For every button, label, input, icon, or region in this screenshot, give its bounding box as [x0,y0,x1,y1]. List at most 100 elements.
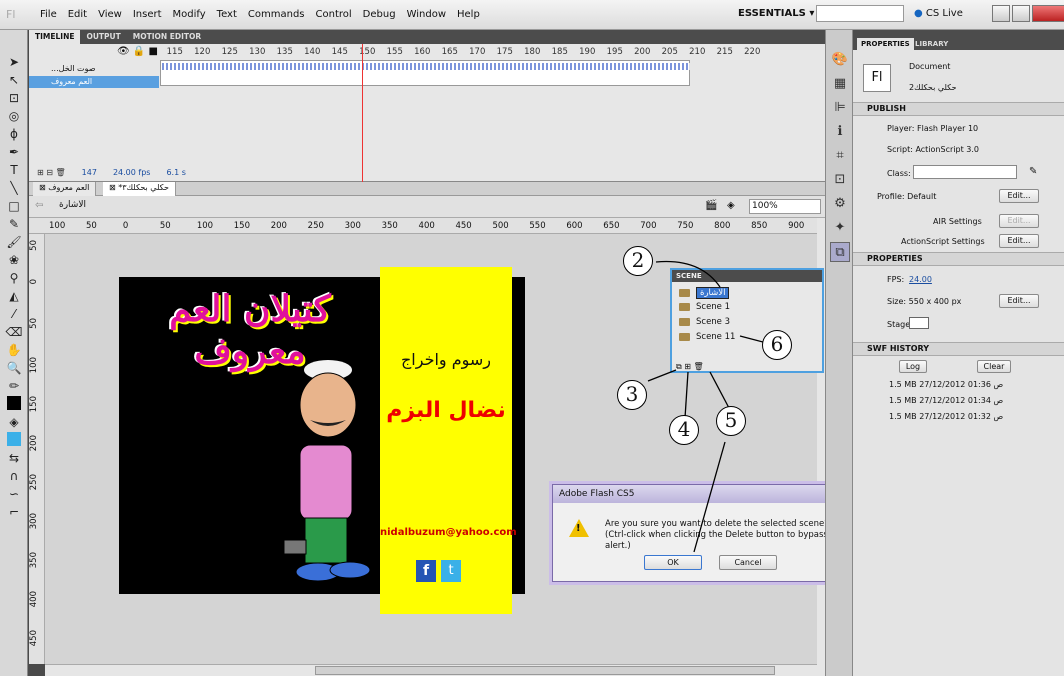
tab-output[interactable]: OUTPUT [80,30,126,44]
scene-row[interactable]: Scene 1 [676,300,816,314]
menu-control[interactable]: Control [316,9,352,20]
log-button[interactable]: Log [899,360,927,373]
scene-name: Scene 11 [696,332,736,342]
class-input[interactable] [913,165,1017,179]
scene-row-active[interactable]: الاشارة [676,286,816,300]
close-button[interactable] [1032,5,1064,22]
pencil-icon[interactable]: ✎ [4,216,24,232]
horizontal-scrollbar[interactable] [45,664,817,676]
color-panel-icon[interactable]: 🎨 [830,50,850,70]
swap-colors-icon[interactable]: ⇆ [4,450,24,466]
menu-edit[interactable]: Edit [68,9,87,20]
properties-section-header[interactable]: PROPERTIES [853,252,1064,266]
edit-symbols-icon[interactable]: ◈ [727,200,735,211]
add-scene-icon[interactable]: ⊞ [684,362,691,371]
pen-icon[interactable]: ✒ [4,144,24,160]
scene-row[interactable]: Scene 3 [676,315,816,329]
menu-view[interactable]: View [98,9,122,20]
text-tool-icon[interactable]: T [4,162,24,178]
eraser-icon[interactable]: ⌫ [4,324,24,340]
menu-commands[interactable]: Commands [248,9,305,20]
layer-character[interactable]: العم معروف [29,76,159,88]
lasso-icon[interactable]: ϕ [4,126,24,142]
frame-ruler[interactable]: 115 120 125 130 135 140 145 150 155 160 165 170 175 1… [161,44,821,60]
size-edit-button[interactable]: Edit... [999,294,1039,308]
fill-swatch[interactable] [4,432,24,448]
maximize-button[interactable] [1012,5,1030,22]
layer-sound[interactable]: صوت الخل... [29,63,159,75]
transform-panel-icon[interactable]: ⌗ [830,146,850,166]
tab-library[interactable]: LIBRARY [911,38,952,50]
motion-presets-icon[interactable]: ✦ [830,218,850,238]
tab-motion-editor[interactable]: MOTION EDITOR [127,30,207,44]
delete-scene-icon[interactable]: 🗑 [694,362,704,371]
subselection-tool-icon[interactable]: ↖ [4,72,24,88]
menu-modify[interactable]: Modify [173,9,206,20]
search-input[interactable] [816,5,904,22]
bone-icon[interactable]: ⚲ [4,270,24,286]
menu-debug[interactable]: Debug [363,9,396,20]
paint-bucket-icon[interactable]: ◭ [4,288,24,304]
layer-toggle-icons[interactable]: 👁 🔒 ■ [117,46,158,57]
stroke-swatch[interactable] [4,396,24,412]
pencil-icon[interactable]: ✎ [1029,166,1037,177]
menu-help[interactable]: Help [457,9,480,20]
straighten-icon[interactable]: ⌐ [4,504,24,520]
cancel-button[interactable]: Cancel [719,555,777,570]
zoom-select[interactable]: 100% [749,199,821,214]
properties-panel: PROPERTIES LIBRARY Fl Document حكلي بحكل… [853,30,1064,676]
tab-properties[interactable]: PROPERTIES [857,38,914,50]
edit-scene-icon[interactable]: 🎬 [705,200,717,211]
scene-row[interactable]: Scene 11 [676,330,816,344]
brush-icon[interactable]: 🖌 [4,234,24,250]
swf-history-header[interactable]: SWF HISTORY [853,342,1064,356]
layer-name: العم معروف [51,77,93,86]
doc-tab-character[interactable]: العم معروف ⊠ [33,182,97,196]
selection-tool-icon[interactable]: ➤ [4,54,24,70]
workspace-switcher[interactable]: ESSENTIALS ▾ [738,8,814,19]
menu-text[interactable]: Text [217,9,237,20]
swatches-panel-icon[interactable]: ▦ [830,74,850,94]
air-edit-button[interactable]: Edit... [999,214,1039,228]
free-transform-icon[interactable]: ⊡ [4,90,24,106]
back-arrow-icon[interactable]: ⇦ [35,200,43,211]
menu-file[interactable]: File [40,9,57,20]
cs-live-button[interactable]: ● CS Live [914,8,963,19]
eyedropper-icon[interactable]: ⁄ [4,306,24,322]
deco-icon[interactable]: ❀ [4,252,24,268]
ok-button[interactable]: OK [644,555,702,570]
scene-panel-header[interactable]: SCENE [672,270,822,282]
clear-button[interactable]: Clear [977,360,1011,373]
as-edit-button[interactable]: Edit... [999,234,1039,248]
publish-section-header[interactable]: PUBLISH [853,102,1064,116]
playhead[interactable] [362,44,363,184]
rectangle-tool-icon[interactable]: □ [4,198,24,214]
scroll-thumb[interactable] [315,666,775,675]
title-artwork[interactable]: كتيلان العم معروف [120,288,380,372]
fps-value[interactable]: 24.00 [909,275,932,284]
info-panel-icon[interactable]: ℹ [830,122,850,142]
profile-edit-button[interactable]: Edit... [999,189,1039,203]
line-tool-icon[interactable]: ╲ [4,180,24,196]
components-icon[interactable]: ⚙ [830,194,850,214]
character-illustration[interactable] [280,350,380,590]
doc-tab-main[interactable]: حكلي بحكلك٣* ⊠ [103,182,176,196]
hand-icon[interactable]: ✋ [4,342,24,358]
snap-icon[interactable]: ∩ [4,468,24,484]
scene-panel-icon[interactable]: ⧉ [830,242,850,262]
align-panel-icon[interactable]: ⊫ [830,98,850,118]
fill-color-icon[interactable]: ◈ [4,414,24,430]
menu-window[interactable]: Window [407,9,446,20]
scene-name-edit[interactable]: الاشارة [696,287,730,299]
stroke-color-icon[interactable]: ✏ [4,378,24,394]
add-layer-icon[interactable]: ⊞ ⊟ 🗑 [37,168,66,180]
minimize-button[interactable] [992,5,1010,22]
smooth-icon[interactable]: ∽ [4,486,24,502]
3d-rotation-icon[interactable]: ◎ [4,108,24,124]
zoom-icon[interactable]: 🔍 [4,360,24,376]
code-snippets-icon[interactable]: ⊡ [830,170,850,190]
menu-insert[interactable]: Insert [133,9,162,20]
tab-timeline[interactable]: TIMELINE [29,30,81,44]
stage-color-swatch[interactable] [909,317,929,329]
duplicate-scene-icon[interactable]: ⧉ [676,362,682,371]
